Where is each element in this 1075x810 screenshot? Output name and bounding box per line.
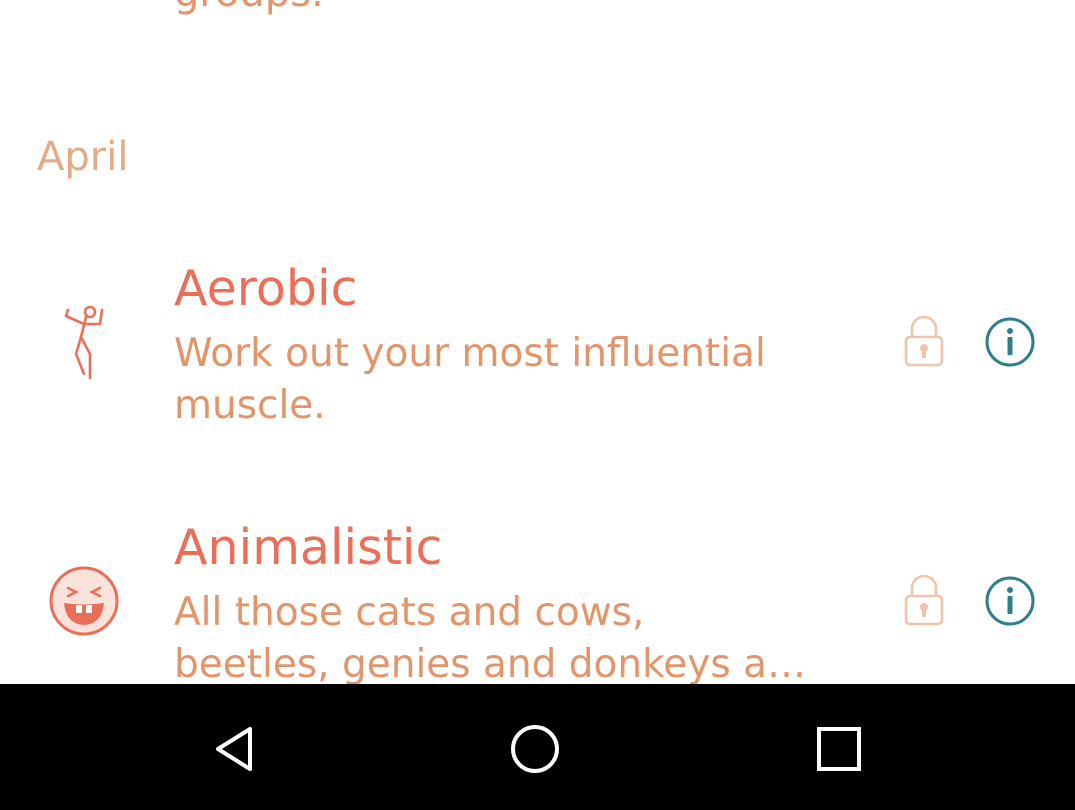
- item-description-line: beetles, genies and donkeys a…: [174, 642, 806, 684]
- list-item-aerobic[interactable]: Aerobic Work out your most influential m…: [0, 255, 1075, 475]
- home-circle-icon: [509, 723, 561, 775]
- recents-square-icon: [816, 726, 862, 772]
- back-triangle-icon: [210, 724, 260, 774]
- lock-icon[interactable]: [902, 315, 946, 369]
- home-button[interactable]: [490, 704, 580, 794]
- recents-button[interactable]: [794, 704, 884, 794]
- item-description-line: All those cats and cows,: [174, 590, 645, 635]
- dancing-person-icon: [44, 302, 124, 382]
- previous-item-description-fragment: groups.: [174, 0, 324, 13]
- info-icon[interactable]: [984, 575, 1036, 627]
- item-title: Animalistic: [174, 519, 443, 576]
- item-description-line: muscle.: [174, 383, 326, 428]
- info-icon[interactable]: [984, 316, 1036, 368]
- item-description: Work out your most influential muscle.: [174, 328, 814, 432]
- section-header-month: April: [37, 134, 129, 180]
- item-title: Aerobic: [174, 260, 358, 317]
- laughing-face-icon: [44, 561, 124, 641]
- item-description-line: Work out your most influential: [174, 331, 766, 376]
- list-item-animalistic[interactable]: Animalistic All those cats and cows, bee…: [0, 514, 1075, 684]
- item-description: All those cats and cows, beetles, genies…: [174, 587, 814, 684]
- navigation-bar: [0, 684, 1075, 810]
- lock-icon[interactable]: [902, 574, 946, 628]
- back-button[interactable]: [190, 704, 280, 794]
- exercise-list: groups. April Aerobic Work out your most…: [0, 0, 1075, 684]
